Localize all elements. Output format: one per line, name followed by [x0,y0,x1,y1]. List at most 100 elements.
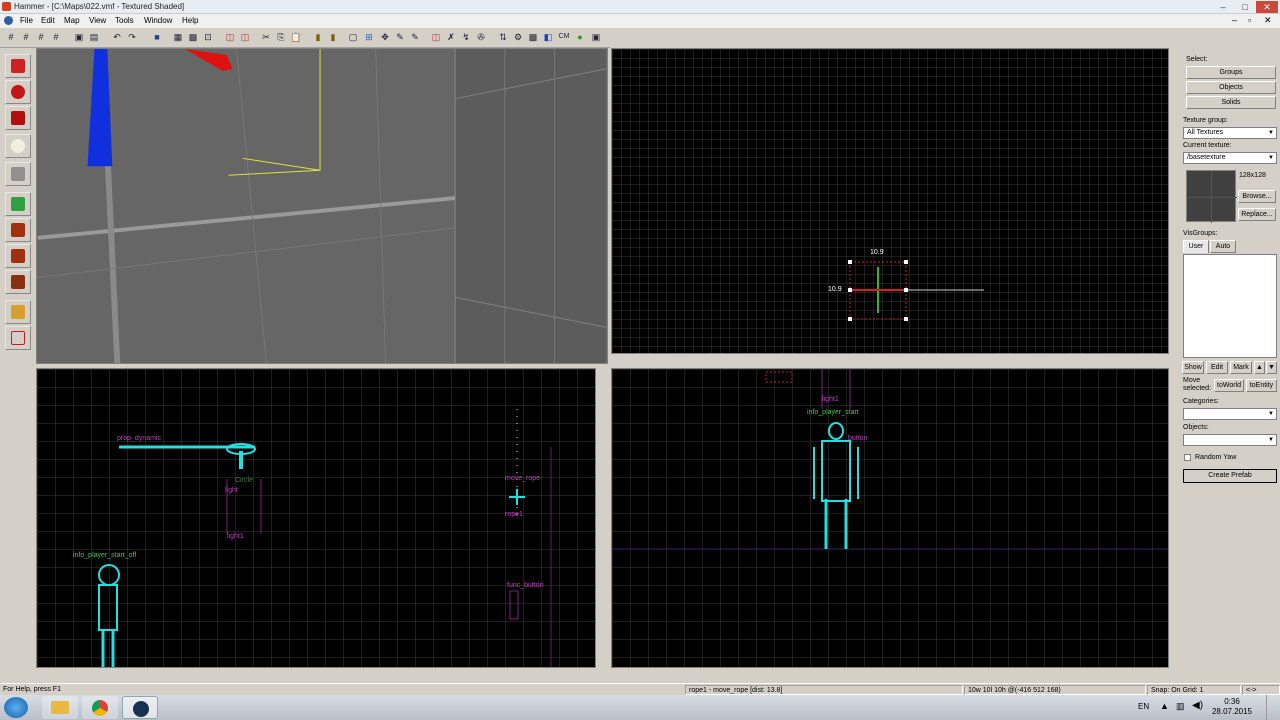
entity-label-func-button[interactable]: func_button [507,582,544,589]
clip-icon[interactable]: ✎ [394,31,406,43]
mark-button[interactable]: Mark [1230,361,1252,374]
top-viewport-vscrollbar[interactable] [1169,48,1178,354]
compile-icon[interactable]: ✇ [475,31,487,43]
edit-button[interactable]: Edit [1206,361,1228,374]
menu-window[interactable]: Window [140,15,176,27]
apply-texture-tool-button[interactable] [5,218,31,242]
grid-larger-icon[interactable]: # [35,31,47,43]
entity-label-prop-dynamic[interactable]: prop_dynamic [117,435,161,442]
cut-icon[interactable]: ✂ [260,31,272,43]
clip-tool-button[interactable] [5,270,31,294]
paste-icon[interactable]: 📋 [290,31,302,43]
mdi-restore-button[interactable]: ▫ [1248,15,1251,25]
grid-toggle-icon[interactable]: # [5,31,17,43]
mdi-minimize-button[interactable]: – [1232,15,1237,25]
group-icon[interactable]: ▤ [88,31,100,43]
replace-button[interactable]: Replace... [1238,208,1276,221]
grid-smaller-icon[interactable]: # [20,31,32,43]
center-view-icon[interactable]: ✥ [379,31,391,43]
network-icon[interactable]: ▥ [1176,701,1185,712]
snap-icon[interactable]: ⊡ [202,31,214,43]
menu-view[interactable]: View [85,15,110,27]
entity-label-info-player-start-off[interactable]: info_player_start_off [73,552,136,559]
current-texture-select[interactable]: /basetexture ▼ [1183,152,1277,164]
taskbar-hammer[interactable] [122,696,158,719]
visgroups-list[interactable] [1183,254,1277,358]
clock-time[interactable]: 0:36 [1210,697,1254,706]
side-entity-label-light1[interactable]: light1 [822,396,839,403]
tab-auto[interactable]: Auto [1210,240,1236,253]
viewport-side[interactable]: light1 info_player_start button [611,368,1169,668]
texture-tool-button[interactable] [5,192,31,216]
to-world-button[interactable]: toWorld [1214,379,1244,392]
create-prefab-button[interactable]: Create Prefab [1183,469,1277,483]
front-viewport-vscrollbar[interactable] [596,368,608,668]
options-icon[interactable]: ▣ [590,31,602,43]
clock-date[interactable]: 28.07.2015 [1210,707,1254,716]
grid-3d-icon[interactable]: # [50,31,62,43]
show-desktop-button[interactable] [1266,695,1280,720]
entity-label-circle[interactable]: Circle [235,477,253,484]
top-viewport-hscrollbar[interactable] [611,354,1169,363]
texture-group-select[interactable]: All Textures ▼ [1183,127,1277,139]
hide-selection-icon[interactable]: ◫ [239,31,251,43]
selection-icon[interactable]: ⊞ [363,31,375,43]
move-down-icon[interactable]: ▼ [1266,361,1277,374]
camera-tool-button[interactable] [5,106,31,130]
browse-button[interactable]: Browse... [1238,190,1276,203]
menu-map[interactable]: Map [60,15,84,27]
entity-report-icon[interactable]: ⇅ [497,31,509,43]
block-tool-button[interactable] [5,162,31,186]
side-viewport-vscrollbar[interactable] [1169,368,1178,668]
check-map-icon[interactable]: ▩ [527,31,539,43]
bounding-box-icon[interactable]: ▢ [347,31,359,43]
side-entity-label-button[interactable]: button [848,435,867,442]
texture-apply-icon[interactable]: ▮ [312,31,324,43]
close-button[interactable]: ✕ [1256,1,1278,13]
menu-tools[interactable]: Tools [111,15,138,27]
decal-icon[interactable]: ◫ [430,31,442,43]
vertex-icon[interactable]: ✎ [409,31,421,43]
categories-select[interactable]: ▼ [1183,408,1277,420]
entity-label-rope1[interactable]: rope1 [505,511,523,518]
front-viewport-hscrollbar[interactable] [36,668,608,680]
side-entity-label-info-player-start[interactable]: info_player_start [807,409,859,416]
texture-lock-icon[interactable]: ▩ [187,31,199,43]
language-indicator[interactable]: EN [1138,702,1149,711]
redo-icon[interactable]: ↷ [126,31,138,43]
move-up-icon[interactable]: ▲ [1254,361,1265,374]
viewport-front[interactable]: prop_dynamic Circle light light1 move_ro… [36,368,596,668]
copy-icon[interactable]: ⎘ [275,31,287,43]
viewport-top[interactable]: 10.9 10.9 [611,48,1169,354]
mdi-close-button[interactable]: ✕ [1264,15,1272,26]
cordon-button[interactable]: CM [557,31,571,43]
groups-button[interactable]: Groups [1186,66,1276,79]
show-connections-icon[interactable]: ◧ [542,31,554,43]
toggle-selection-icon[interactable]: ◫ [224,31,236,43]
decal-tool-button[interactable] [5,244,31,268]
entity-tool-button[interactable] [5,134,31,158]
vertex-tool-button[interactable] [5,300,31,324]
taskbar-chrome[interactable] [82,696,118,719]
tray-expand-icon[interactable]: ▲ [1160,701,1169,711]
flip-icon[interactable]: ↯ [460,31,472,43]
carve-icon[interactable]: ▣ [73,31,85,43]
taskbar-explorer[interactable] [42,696,78,719]
viewport-3d[interactable] [36,48,608,364]
show-button[interactable]: Show [1182,361,1204,374]
path-tool-button[interactable] [5,326,31,350]
maximize-button[interactable]: □ [1234,1,1256,13]
undo-icon[interactable]: ↶ [111,31,123,43]
entity-label-move-rope[interactable]: move_rope [505,475,540,482]
open-icon[interactable]: ▦ [172,31,184,43]
entity-label-light1[interactable]: light1 [227,533,244,540]
minimize-button[interactable]: – [1212,1,1234,13]
run-map-icon[interactable]: ● [574,31,586,43]
side-viewport-hscrollbar[interactable] [611,668,1169,680]
entity-label-light[interactable]: light [225,487,238,494]
menu-edit[interactable]: Edit [37,15,59,27]
objects-button[interactable]: Objects [1186,81,1276,94]
gear-icon[interactable]: ⚙ [512,31,524,43]
random-yaw-checkbox[interactable] [1184,454,1191,461]
texture-replace-icon[interactable]: ▮ [327,31,339,43]
